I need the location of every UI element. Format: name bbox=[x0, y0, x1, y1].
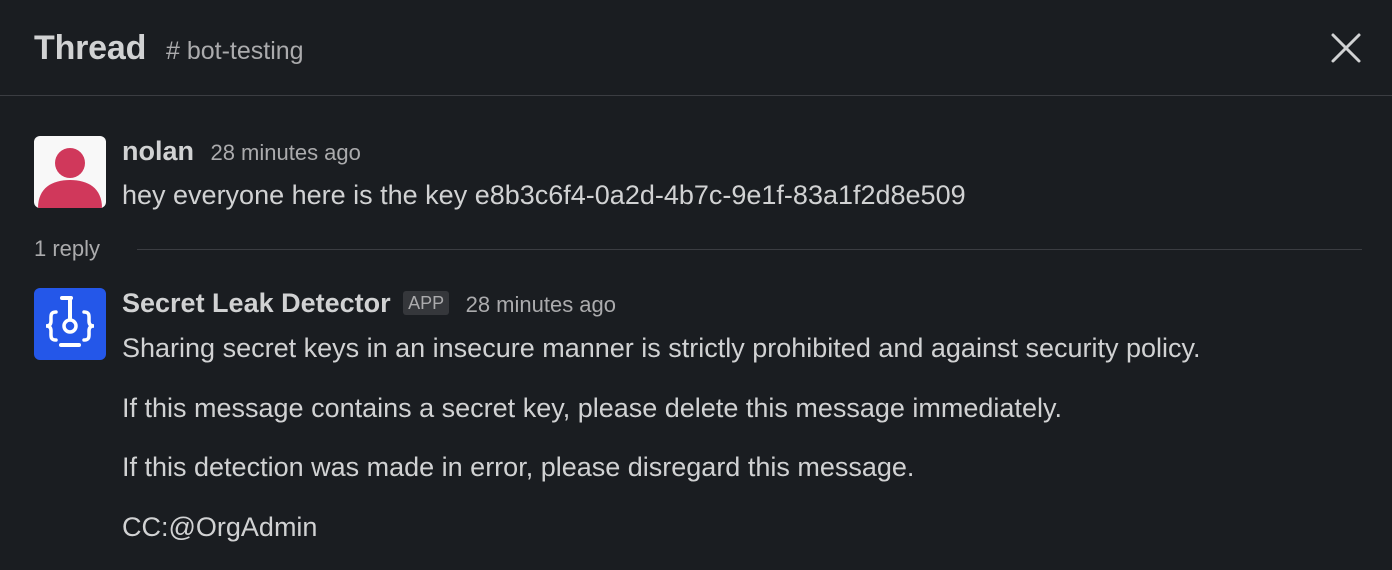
author-name[interactable]: Secret Leak Detector bbox=[122, 288, 391, 318]
message-text: If this detection was made in error, ple… bbox=[122, 452, 915, 482]
user-avatar[interactable] bbox=[34, 136, 106, 208]
message-timestamp[interactable]: 28 minutes ago bbox=[210, 140, 360, 165]
channel-name[interactable]: # bot-testing bbox=[166, 34, 304, 68]
reply-divider: 1 reply bbox=[34, 232, 1362, 268]
close-icon[interactable] bbox=[1326, 28, 1366, 68]
close-button[interactable] bbox=[1326, 28, 1366, 68]
user-avatar-icon bbox=[34, 136, 106, 208]
thread-panel: Thread # bot-testing nolan 28 minutes ag… bbox=[0, 0, 1392, 570]
message-text: If this message contains a secret key, p… bbox=[122, 393, 1062, 423]
bot-avatar-icon bbox=[34, 288, 106, 360]
thread-header: Thread # bot-testing bbox=[0, 0, 1392, 96]
reply-count: 1 reply bbox=[34, 236, 101, 261]
app-badge: APP bbox=[403, 291, 450, 315]
message-timestamp[interactable]: 28 minutes ago bbox=[466, 292, 616, 317]
message-text: Sharing secret keys in an insecure manne… bbox=[122, 333, 1201, 363]
message-text: CC:@OrgAdmin bbox=[122, 512, 318, 542]
bot-avatar[interactable] bbox=[34, 288, 106, 360]
author-name[interactable]: nolan bbox=[122, 136, 194, 166]
divider-line bbox=[137, 249, 1362, 250]
message-text: hey everyone here is the key e8b3c6f4-0a… bbox=[122, 180, 966, 210]
message-header: nolan 28 minutes ago bbox=[122, 136, 361, 167]
thread-title: Thread bbox=[34, 29, 147, 67]
message-header: Secret Leak Detector APP 28 minutes ago bbox=[122, 288, 616, 319]
